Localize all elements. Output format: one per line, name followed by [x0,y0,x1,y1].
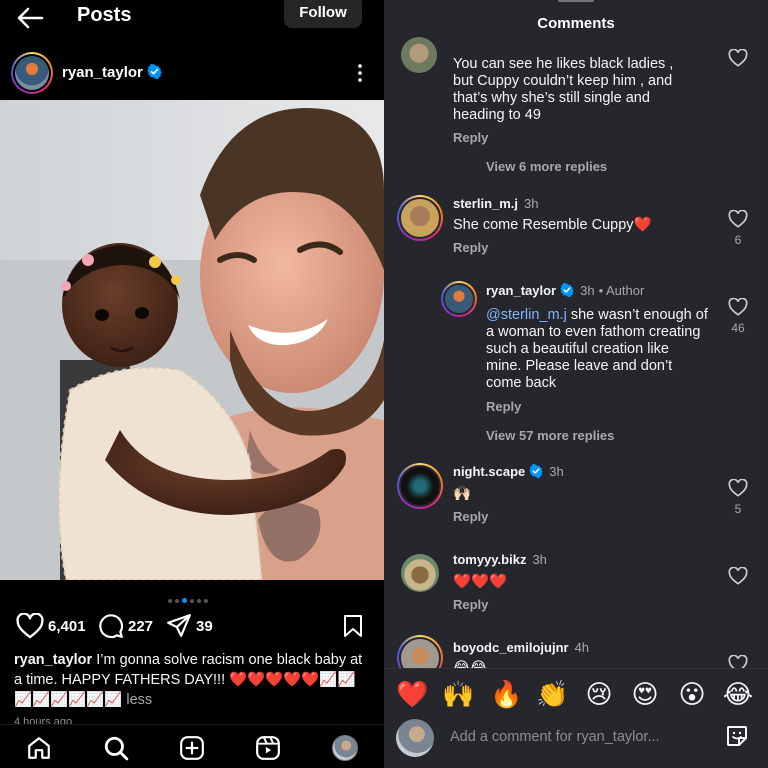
comment-like-count: 46 [731,321,745,335]
post-caption: ryan_taylor I’m gonna solve racism one b… [14,650,370,710]
comment-username[interactable]: night.scape 3h [453,464,564,479]
mention-link[interactable]: @sterlin_m.j [486,307,567,323]
comment-icon[interactable] [98,613,124,639]
reply-button[interactable]: Reply [453,597,488,612]
comments-sheet: Comments You can see he likes black ladi… [384,0,768,768]
caption-username[interactable]: ryan_taylor [14,652,92,668]
reaction-crying[interactable]: 😢 [583,679,615,711]
comment-input[interactable] [450,726,700,748]
reaction-raised-hands[interactable]: 🙌 [442,679,474,711]
carousel-dot [190,598,194,603]
reaction-surprised[interactable]: 😮 [676,679,708,711]
carousel-dot [197,598,201,603]
more-options-icon[interactable] [352,62,368,84]
page-title: Posts [77,4,132,26]
reaction-clap[interactable]: 👏 [536,679,568,711]
reaction-heart-eyes[interactable]: 😍 [629,679,661,711]
comment-like-icon[interactable] [728,479,748,497]
share-icon[interactable] [166,613,192,639]
view-replies-link[interactable]: View 6 more replies [486,159,607,174]
comment-text: ❤️❤️❤️ [453,574,508,590]
carousel-dot [204,598,208,603]
author-tag: • Author [598,283,645,298]
like-count: 6,401 [48,617,86,635]
carousel-indicator [168,592,228,604]
share-action[interactable]: 39 [166,612,213,640]
comments-title: Comments [537,15,615,32]
comment-username[interactable]: boyodc_emilojujnr 4h [453,640,589,655]
comment-like-count: 5 [734,502,742,516]
bottom-nav [0,724,384,768]
follow-button[interactable]: Follow [284,0,362,28]
comment-username[interactable]: ryan_taylor 3h • Author [486,283,644,298]
verified-badge-icon [529,464,543,478]
carousel-dot-active [182,598,187,604]
sheet-grab-handle[interactable] [558,0,594,2]
verified-badge-icon [560,283,574,297]
reply-button[interactable]: Reply [486,399,521,414]
verified-badge-icon [147,64,162,79]
bookmark-icon[interactable] [342,614,364,638]
comment-like-icon[interactable] [728,567,748,585]
author-username-text[interactable]: ryan_taylor [62,64,143,81]
reply-button[interactable]: Reply [453,509,488,524]
home-icon[interactable] [26,735,52,761]
comment-text: She come Resemble Cuppy❤️ [453,217,652,233]
reaction-laughing[interactable]: 😂 [722,679,754,711]
carousel-dot [175,598,179,603]
top-bar: Posts Follow [0,0,384,40]
comment-text: You can see he likes black ladies , but … [453,56,674,123]
comment-like-icon[interactable] [728,49,748,67]
post-view: Posts Follow ryan_taylor 6,401 227 39 ry… [0,0,384,768]
create-icon[interactable] [179,735,205,761]
view-replies-link[interactable]: View 57 more replies [486,428,614,443]
less-link[interactable]: less [126,692,152,708]
comment-avatar[interactable] [401,554,439,592]
post-header: ryan_taylor [0,50,384,96]
comment-like-icon[interactable] [728,298,748,316]
reply-button[interactable]: Reply [453,240,488,255]
comment-text: @sterlin_m.j she wasn’t enough of a woma… [486,307,708,391]
comment-like-count: 6 [734,233,742,247]
reply-button[interactable]: Reply [453,130,488,145]
comment-text: 🙌🏻 [453,486,472,502]
comment-like-icon[interactable] [728,210,748,228]
comment-avatar[interactable] [441,281,477,317]
post-photo[interactable] [0,100,384,580]
comment-avatar[interactable] [401,37,437,73]
comment-username[interactable]: tomyyy.bikz 3h [453,552,547,567]
post-actions: 6,401 227 39 [0,612,384,642]
comment-input-bar [384,718,768,768]
author-username[interactable]: ryan_taylor [62,64,162,81]
reels-icon[interactable] [255,735,281,761]
comment-action[interactable]: 227 [98,612,153,640]
share-count: 39 [196,617,213,635]
reaction-fire[interactable]: 🔥 [490,679,522,711]
profile-avatar[interactable] [332,735,358,761]
comment-count: 227 [128,617,154,635]
back-arrow-icon[interactable] [16,6,44,30]
current-user-avatar [396,719,434,757]
quick-reactions-bar: ❤️ 🙌 🔥 👏 😢 😍 😮 😂 [384,668,768,718]
like-action[interactable]: 6,401 [16,612,86,640]
comment-username[interactable]: sterlin_m.j 3h [453,196,539,211]
search-icon[interactable] [103,735,129,761]
gif-sticker-icon[interactable] [725,724,749,748]
heart-icon[interactable] [16,613,44,639]
carousel-dot [168,598,172,603]
comment-avatar[interactable] [397,195,443,241]
reaction-heart[interactable]: ❤️ [396,679,428,711]
author-avatar[interactable] [11,52,53,94]
comment-avatar[interactable] [397,463,443,509]
